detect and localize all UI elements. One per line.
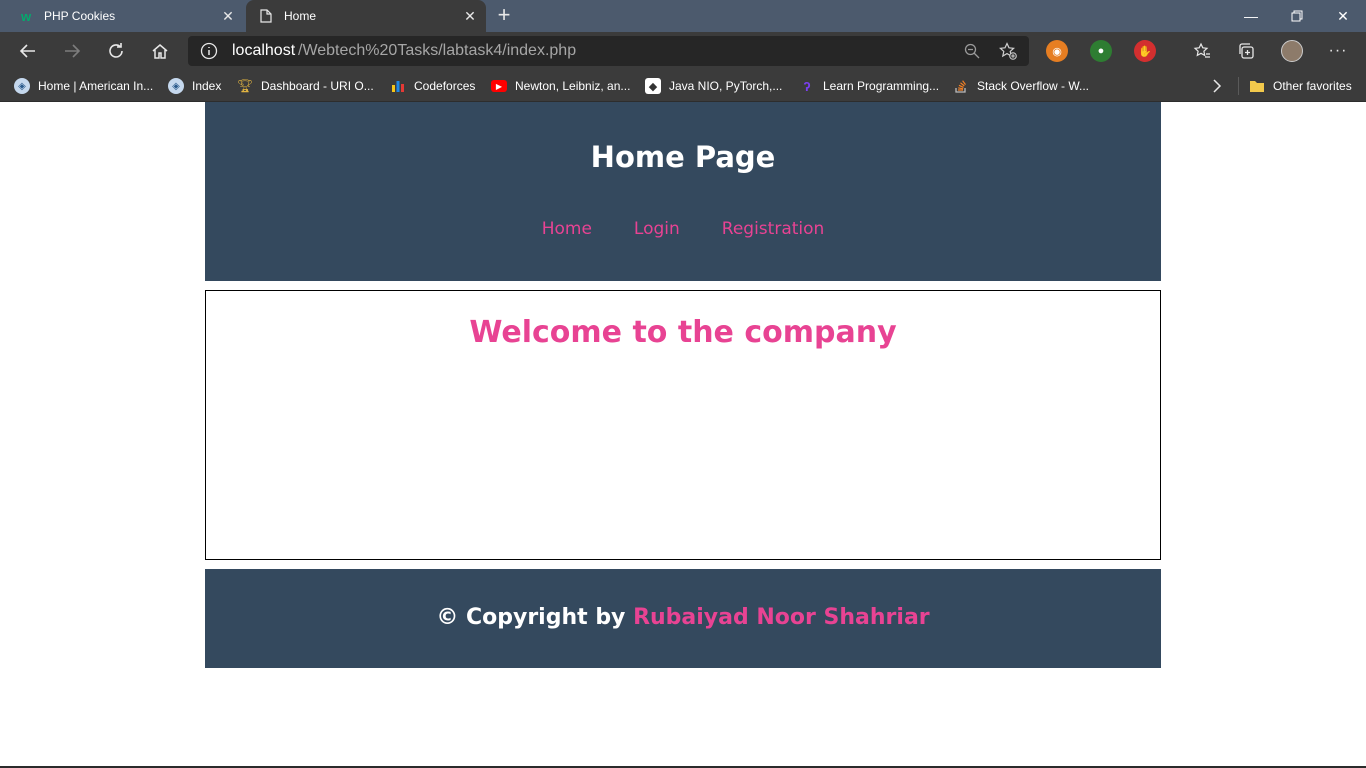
site-footer: © Copyright by Rubaiyad Noor Shahriar [205,569,1161,668]
page-title: Home Page [590,140,776,174]
bookmark-label: Dashboard - URI O... [261,79,374,93]
bookmark-item[interactable]: 🏆︎ Dashboard - URI O... [237,76,374,96]
stackoverflow-icon [953,78,969,94]
extension-owl-icon[interactable]: ◉ [1046,40,1068,62]
add-favorite-icon[interactable] [998,41,1018,61]
bookmark-item[interactable]: ▶ Newton, Leibniz, an... [491,76,630,96]
main-content: Welcome to the company [205,290,1161,560]
bookmark-item[interactable]: ◈ Home | American In... [14,76,153,96]
avatar[interactable] [1281,40,1303,62]
refresh-button[interactable] [100,36,132,66]
collections-icon[interactable] [1230,36,1262,66]
bookmark-item[interactable]: ʔ Learn Programming... [799,76,939,96]
close-tab-icon[interactable]: ✕ [460,6,480,26]
copyright-text: © Copyright by Rubaiyad Noor Shahriar [205,605,1161,630]
bookmark-label: Index [192,79,222,93]
w3schools-icon: w [20,8,32,24]
tab-php-cookies[interactable]: w PHP Cookies ✕ [0,0,244,32]
bookmark-item[interactable]: Stack Overflow - W... [953,76,1089,96]
url-host: localhost [232,42,296,59]
restore-button[interactable] [1274,0,1320,32]
extension-color-icon[interactable]: ● [1090,40,1112,62]
extension-adblock-icon[interactable]: ✋ [1134,40,1156,62]
nav-link-registration[interactable]: Registration [722,219,825,239]
bookmarks-bar: ◈ Home | American In... ◈ Index 🏆︎ Dashb… [0,70,1366,102]
address-bar[interactable]: localhost /Webtech%20Tasks/labtask4/inde… [188,36,1029,66]
tab-title: Home [284,9,317,23]
trophy-icon: 🏆︎ [236,78,254,93]
bookmark-item[interactable]: ◆ Java NIO, PyTorch,... [645,76,782,96]
info-icon[interactable] [200,42,218,60]
url-path: /Webtech%20Tasks/labtask4/index.php [298,42,577,59]
aiub-icon: ◈ [168,78,184,94]
nav-link-login[interactable]: Login [634,219,680,239]
aiub-icon: ◈ [14,78,30,94]
minimize-button[interactable]: — [1228,0,1274,32]
tab-strip: w PHP Cookies ✕ Home ✕ + — ✕ [0,0,1366,32]
divider [1238,77,1239,95]
youtube-icon: ▶ [491,80,507,92]
page-icon [258,8,274,24]
more-menu-icon[interactable]: ··· [1322,36,1354,66]
bookmark-label: Java NIO, PyTorch,... [669,79,783,93]
close-window-button[interactable]: ✕ [1320,0,1366,32]
other-favorites[interactable]: Other favorites [1249,76,1352,96]
tab-home[interactable]: Home ✕ [246,0,486,32]
bookmark-item[interactable]: ◈ Index [168,76,221,96]
nav-link-home[interactable]: Home [542,219,592,239]
close-tab-icon[interactable]: ✕ [218,6,238,26]
tab-title: PHP Cookies [44,9,116,23]
chevron-right-icon[interactable] [1212,76,1222,96]
copyright-author: Rubaiyad Noor Shahriar [633,605,930,630]
site-icon: ◆ [645,78,661,94]
home-button[interactable] [144,36,176,66]
folder-icon [1249,78,1265,94]
other-favorites-label: Other favorites [1273,79,1352,93]
copyright-prefix: © Copyright by [436,605,634,630]
bookmark-label: Stack Overflow - W... [977,79,1090,93]
programiz-icon: ʔ [803,78,811,94]
bookmark-item[interactable]: Codeforces [390,76,475,96]
bookmark-label: Home | American In... [38,79,154,93]
zoom-icon[interactable] [962,41,982,61]
main-nav: Home Login Registration [205,219,1161,239]
bookmark-label: Learn Programming... [823,79,940,93]
page-viewport: Home Page Home Login Registration Welcom… [0,102,1366,766]
site-header: Home Page Home Login Registration [205,102,1161,281]
back-button[interactable] [12,36,44,66]
bookmark-label: Newton, Leibniz, an... [515,79,631,93]
welcome-heading: Welcome to the company [469,315,897,350]
favorites-icon[interactable] [1186,36,1218,66]
new-tab-button[interactable]: + [492,4,516,28]
codeforces-icon [390,78,406,94]
forward-button[interactable] [56,36,88,66]
bookmark-label: Codeforces [414,79,476,93]
